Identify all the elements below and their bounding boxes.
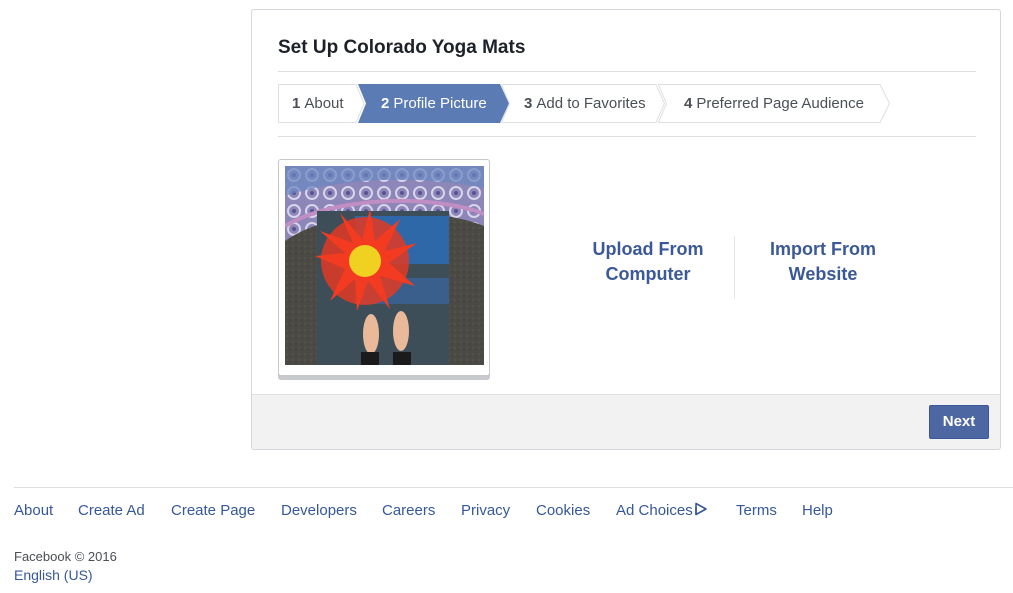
setup-steps: 1 About 2 Profile Picture 3 Add to Favorite… <box>278 84 978 123</box>
footer-link-terms[interactable]: Terms <box>736 502 777 519</box>
step-profile-picture-label: 2 Profile Picture <box>381 95 487 112</box>
step-add-to-favorites[interactable]: 3 Add to Favorites <box>501 84 666 123</box>
ad-choices-icon <box>694 502 707 516</box>
page-title: Set Up Colorado Yoga Mats <box>278 37 526 58</box>
footer-link-careers[interactable]: Careers <box>382 502 435 519</box>
footer-link-create-page[interactable]: Create Page <box>171 502 255 519</box>
profile-photo-image <box>285 166 484 365</box>
upload-from-computer-link[interactable]: Upload From Computer <box>568 237 728 287</box>
options-divider <box>734 236 735 299</box>
language-link[interactable]: English (US) <box>14 567 93 583</box>
footer-link-about[interactable]: About <box>14 502 53 519</box>
step-about[interactable]: 1 About <box>278 84 365 123</box>
import-line-1: Import From <box>770 239 876 259</box>
upload-line-2: Computer <box>605 264 691 284</box>
next-button[interactable]: Next <box>929 405 989 439</box>
copyright-text: Facebook © 2016 <box>14 549 117 564</box>
step-add-to-favorites-label: 3 Add to Favorites <box>524 95 646 112</box>
footer-link-ad-choices[interactable]: Ad Choices <box>616 502 708 519</box>
footer-link-developers[interactable]: Developers <box>281 502 357 519</box>
setup-panel: Set Up Colorado Yoga Mats 1 About 2 Profil… <box>251 9 1001 450</box>
import-from-website-link[interactable]: Import From Website <box>743 237 903 287</box>
ad-choices-label: Ad Choices <box>616 502 693 519</box>
import-line-2: Website <box>788 264 858 284</box>
panel-footer: Next <box>252 394 1000 449</box>
footer-link-privacy[interactable]: Privacy <box>461 502 510 519</box>
footer-link-create-ad[interactable]: Create Ad <box>78 502 145 519</box>
title-divider <box>278 71 976 72</box>
step-preferred-page-audience[interactable]: 4 Preferred Page Audience <box>658 84 891 123</box>
footer-divider <box>14 487 1013 488</box>
upload-line-1: Upload From <box>592 239 704 259</box>
profile-picture-preview <box>278 159 490 376</box>
step-about-label: 1 About <box>292 95 344 112</box>
step-preferred-page-audience-label: 4 Preferred Page Audience <box>684 95 864 112</box>
footer-link-help[interactable]: Help <box>802 502 833 519</box>
footer-link-cookies[interactable]: Cookies <box>536 502 590 519</box>
steps-divider <box>278 136 976 137</box>
step-profile-picture[interactable]: 2 Profile Picture <box>358 84 510 123</box>
